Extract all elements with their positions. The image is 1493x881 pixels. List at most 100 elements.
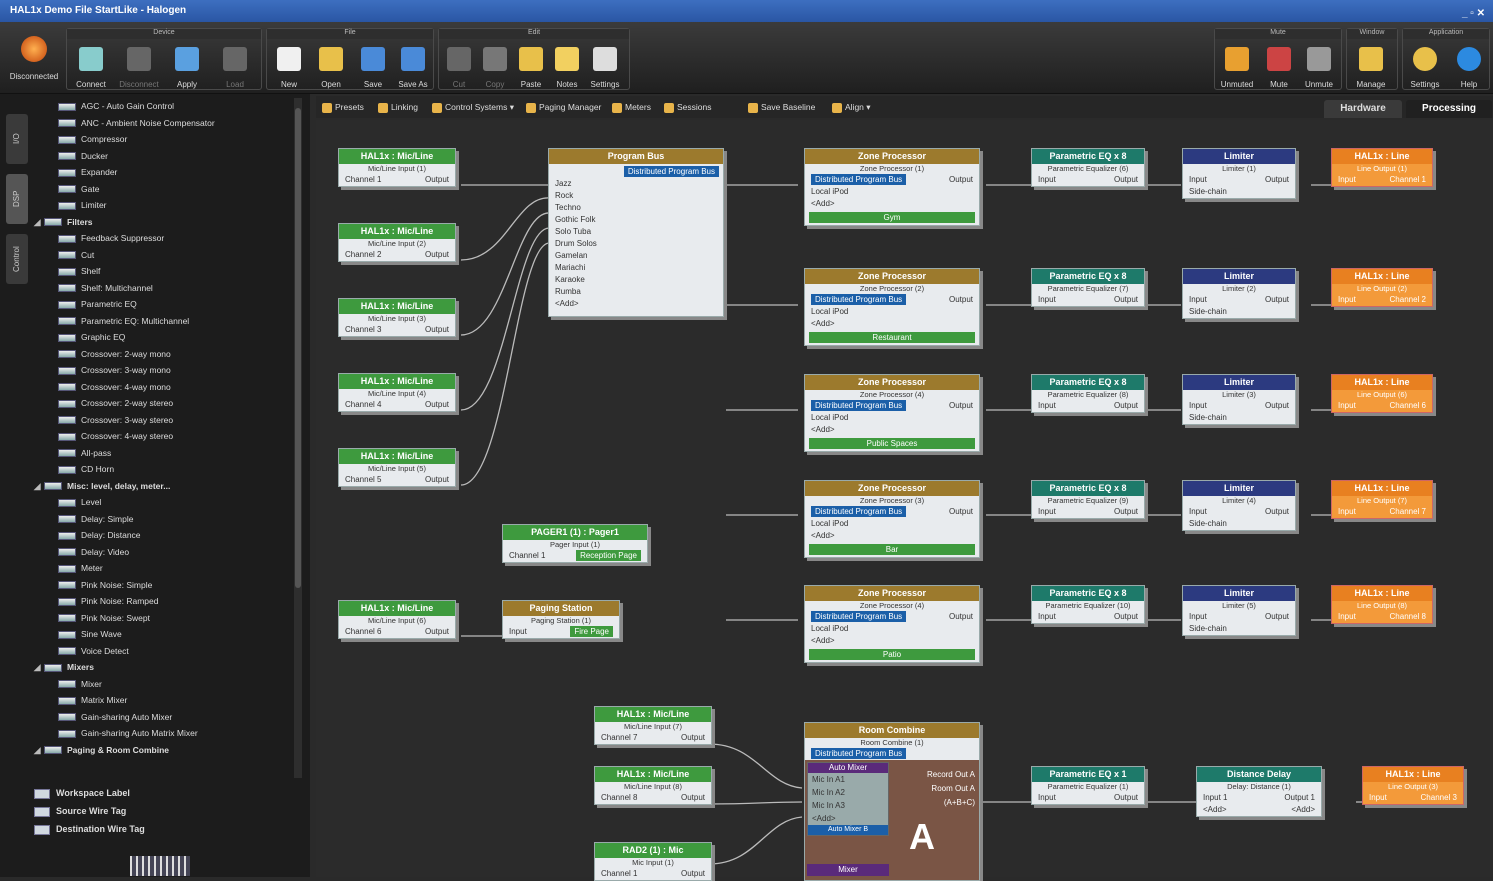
output-block-line[interactable]: HAL1x : Line Line Output (6) Input Channel … [1331, 374, 1433, 413]
tree-item[interactable]: Crossover: 2-way mono [58, 346, 171, 362]
add-row[interactable]: <Add> [805, 318, 979, 330]
apply-button[interactable]: Apply [167, 45, 207, 91]
zone-processor-block[interactable]: Zone Processor Zone Processor (1) Distribu… [804, 148, 980, 226]
destination-wire-tag-tool[interactable]: Destination Wire Tag [34, 820, 304, 838]
source-wire-tag-tool[interactable]: Source Wire Tag [34, 802, 304, 820]
bus-input-row[interactable]: Karaoke [549, 274, 723, 286]
tree-category[interactable]: ◢ Filters [34, 214, 93, 230]
tree-item[interactable]: Graphic EQ [58, 329, 125, 345]
tree-item[interactable]: Delay: Video [58, 544, 129, 560]
add-row[interactable]: <Add> [805, 424, 979, 436]
edit-settings-button[interactable]: Settings [585, 45, 625, 91]
tree-item[interactable]: Pink Noise: Simple [58, 577, 152, 593]
output-block-bottom[interactable]: HAL1x : Line Line Output (3) Input Channel … [1362, 766, 1464, 805]
output-block-line[interactable]: HAL1x : Line Line Output (8) Input Channel … [1331, 585, 1433, 624]
tree-item[interactable]: All-pass [58, 445, 111, 461]
auto-mixer-tag[interactable]: Auto Mixer B [808, 825, 888, 835]
bus-input-row[interactable]: Rumba [549, 286, 723, 298]
scrollbar-thumb[interactable] [295, 108, 301, 588]
parametric-eq-bottom[interactable]: Parametric EQ x 1 Parametric Equalizer (1… [1031, 766, 1145, 805]
tab-processing[interactable]: Processing [1406, 100, 1492, 118]
tree-item[interactable]: Gain-sharing Auto Matrix Mixer [58, 725, 198, 741]
save-baseline-button[interactable]: Save Baseline [748, 100, 815, 114]
tree-item[interactable]: Parametric EQ [58, 296, 137, 312]
app-settings-button[interactable]: Settings [1405, 45, 1445, 91]
room-combine-block[interactable]: Room Combine Room Combine (1) Distributed … [804, 722, 980, 881]
presets-button[interactable]: Presets [322, 100, 364, 114]
overview-thumbnail[interactable] [130, 856, 190, 876]
tree-item[interactable]: Shelf [58, 263, 100, 279]
limiter-block[interactable]: Limiter Limiter (1) Input Output Side-chain [1182, 148, 1296, 199]
tree-item[interactable]: Expander [58, 164, 117, 180]
tree-item[interactable]: Level [58, 494, 101, 510]
bus-input-row[interactable]: Techno [549, 202, 723, 214]
zone-tag[interactable]: Public Spaces [809, 438, 975, 449]
tree-category[interactable]: ◢ Misc: level, delay, meter... [34, 478, 170, 494]
tab-dsp[interactable]: DSP [6, 174, 28, 224]
parametric-eq-block[interactable]: Parametric EQ x 8 Parametric Equalizer (7… [1031, 268, 1145, 307]
bus-input-row[interactable]: Rock [549, 190, 723, 202]
processing-canvas[interactable]: HAL1x : Mic/Line Mic/Line Input (1) Channe… [316, 120, 1493, 881]
tree-item[interactable]: Crossover: 3-way mono [58, 362, 171, 378]
disconnected-status[interactable]: Disconnected [8, 30, 60, 90]
bus-input-row[interactable]: Solo Tuba [549, 226, 723, 238]
copy-button[interactable]: Copy [475, 45, 515, 91]
parametric-eq-block[interactable]: Parametric EQ x 8 Parametric Equalizer (8… [1031, 374, 1145, 413]
mute-button[interactable]: Mute [1259, 45, 1299, 91]
tree-item[interactable]: Ducker [58, 148, 108, 164]
load-button[interactable]: Load [215, 45, 255, 91]
tree-item[interactable]: Voice Detect [58, 643, 129, 659]
add-row[interactable]: <Add> [805, 198, 979, 210]
zone-tag[interactable]: Gym [809, 212, 975, 223]
tree-item[interactable]: Delay: Simple [58, 511, 133, 527]
unmuted-button[interactable]: Unmuted [1217, 45, 1257, 91]
distributed-bus-tag[interactable]: Distributed Program Bus [811, 174, 907, 185]
save-button[interactable]: Save [353, 45, 393, 91]
tree-item[interactable]: Crossover: 3-way stereo [58, 412, 173, 428]
paging-station-block[interactable]: Paging Station Paging Station (1) Input Fir… [502, 600, 620, 639]
tree-item[interactable]: Pink Noise: Swept [58, 610, 150, 626]
sessions-button[interactable]: Sessions [664, 100, 712, 114]
input-block-bottom[interactable]: RAD2 (1) : Mic Mic Input (1) Channel 1 Outp… [594, 842, 712, 881]
control-systems-button[interactable]: Control Systems ▾ [432, 100, 514, 114]
distance-delay-block[interactable]: Distance Delay Delay: Distance (1) Input 1… [1196, 766, 1322, 817]
input-block-mic-line[interactable]: HAL1x : Mic/Line Mic/Line Input (3) Channe… [338, 298, 456, 337]
bus-input-row[interactable]: <Add> [549, 298, 723, 310]
bus-input-row[interactable]: Gothic Folk [549, 214, 723, 226]
unmute-button[interactable]: Unmute [1299, 45, 1339, 91]
program-bus-block[interactable]: Program Bus Distributed Program Bus Jazz Ro… [548, 148, 724, 317]
input-block-mic-line[interactable]: HAL1x : Mic/Line Mic/Line Input (6) Channe… [338, 600, 456, 639]
zone-processor-block[interactable]: Zone Processor Zone Processor (3) Distribu… [804, 480, 980, 558]
tree-item[interactable]: ANC - Ambient Noise Compensator [58, 115, 215, 131]
input-block-mic-line[interactable]: HAL1x : Mic/Line Mic/Line Input (1) Channe… [338, 148, 456, 187]
tree-item[interactable]: Cut [58, 247, 94, 263]
tree-item[interactable]: Shelf: Multichannel [58, 280, 153, 296]
add-row[interactable]: <Add> [805, 530, 979, 542]
parametric-eq-block[interactable]: Parametric EQ x 8 Parametric Equalizer (9… [1031, 480, 1145, 519]
tree-item[interactable]: Matrix Mixer [58, 692, 127, 708]
paging-manager-button[interactable]: Paging Manager [526, 100, 601, 114]
add-row[interactable]: <Add> [805, 635, 979, 647]
tree-item[interactable]: CD Horn [58, 461, 114, 477]
fire-page-tag[interactable]: Fire Page [570, 626, 613, 637]
tree-item[interactable]: Limiter [58, 197, 107, 213]
reception-page-tag[interactable]: Reception Page [576, 550, 641, 561]
tree-category[interactable]: ◢ Mixers [34, 659, 94, 675]
input-block-mic-line[interactable]: HAL1x : Mic/Line Mic/Line Input (5) Channe… [338, 448, 456, 487]
meters-button[interactable]: Meters [612, 100, 651, 114]
connect-button[interactable]: Connect [71, 45, 111, 91]
notes-button[interactable]: Notes [547, 45, 587, 91]
expand-arrow-icon[interactable]: ◢ [34, 214, 44, 230]
tree-item[interactable]: Gate [58, 181, 99, 197]
pager-block[interactable]: PAGER1 (1) : Pager1 Pager Input (1) Channe… [502, 524, 648, 563]
align-button[interactable]: Align ▾ [832, 100, 871, 114]
zone-tag[interactable]: Patio [809, 649, 975, 660]
expand-arrow-icon[interactable]: ◢ [34, 742, 44, 758]
add-input[interactable]: <Add> [1203, 805, 1227, 814]
tree-item[interactable]: Feedback Suppressor [58, 230, 164, 246]
add-output[interactable]: <Add> [1291, 804, 1315, 816]
tree-item[interactable]: Pink Noise: Ramped [58, 593, 158, 609]
parametric-eq-block[interactable]: Parametric EQ x 8 Parametric Equalizer (1… [1031, 585, 1145, 624]
save-as-button[interactable]: Save As [393, 45, 433, 91]
tab-io[interactable]: I/O [6, 114, 28, 164]
